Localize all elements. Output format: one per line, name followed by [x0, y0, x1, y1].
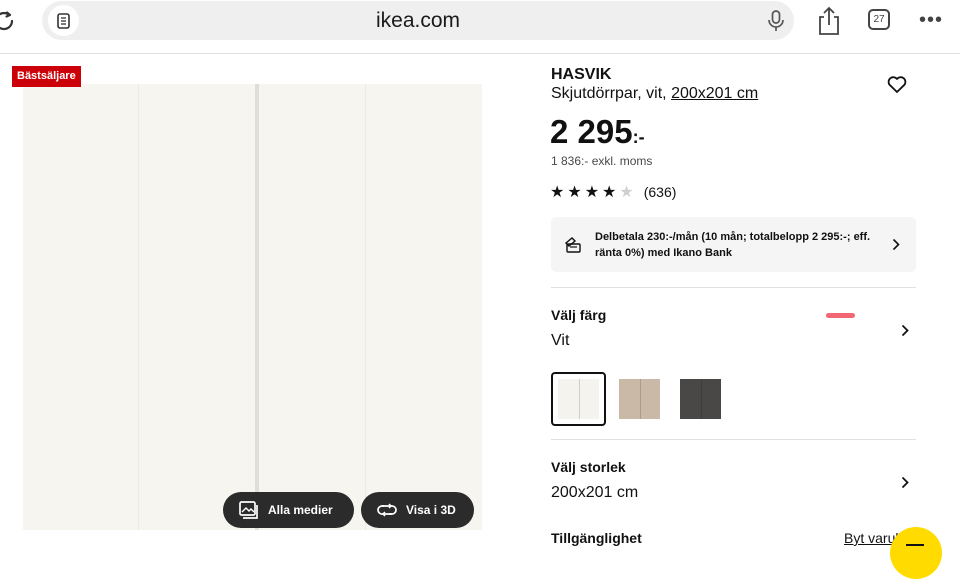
product-description-text: Skjutdörrpar, vit, [551, 85, 667, 102]
chevron-right-icon [892, 238, 900, 251]
all-media-button[interactable]: Alla medier [223, 492, 354, 528]
microphone-icon[interactable] [766, 10, 786, 32]
share-icon[interactable] [817, 6, 841, 36]
product-price: 2 295:- [550, 113, 645, 151]
url-text[interactable]: ikea.com [42, 9, 794, 33]
tab-count-button[interactable]: 27 [868, 9, 890, 30]
star-icon: ★ [602, 184, 617, 201]
color-swatch-beige[interactable] [612, 372, 667, 426]
availability-label: Tillgänglighet [551, 530, 642, 546]
product-rating[interactable]: ★ ★ ★ ★ ★ (636) [550, 182, 676, 202]
star-icon: ★ [584, 184, 600, 201]
size-section-label: Välj storlek [551, 459, 626, 475]
installment-offer[interactable]: Delbetala 230:-/mån (10 mån; totalbelopp… [551, 217, 916, 272]
reload-icon[interactable] [0, 8, 18, 34]
all-media-label: Alla medier [268, 503, 333, 517]
door-panel-line [138, 84, 139, 530]
price-suffix: :- [632, 127, 645, 147]
door-gap [255, 84, 259, 530]
product-description: Skjutdörrpar, vit, 200x201 cm [551, 85, 758, 103]
gallery-icon [239, 501, 258, 519]
review-count[interactable]: (636) [644, 184, 677, 200]
color-section-value: Vit [551, 332, 570, 349]
chevron-right-icon[interactable] [901, 324, 909, 337]
divider [551, 287, 916, 288]
product-name: HASVIK [551, 66, 612, 83]
more-options-icon[interactable]: ••• [919, 8, 943, 32]
swatch-image [558, 379, 599, 419]
color-section-label: Välj färg [551, 307, 607, 323]
color-swatch-white[interactable] [551, 372, 606, 426]
star-icon: ★ [567, 184, 582, 201]
heart-icon[interactable] [887, 75, 907, 94]
view-3d-label: Visa i 3D [406, 503, 456, 517]
chat-button[interactable] [890, 527, 942, 579]
color-swatch-dark-grey[interactable] [673, 372, 728, 426]
door-panel-line [365, 84, 366, 530]
bestseller-badge: Bästsäljare [12, 66, 81, 87]
product-size-link[interactable]: 200x201 cm [671, 85, 758, 102]
color-indicator [826, 313, 855, 318]
installment-text: Delbetala 230:-/mån (10 mån; totalbelopp… [595, 231, 871, 259]
price-excl-vat: 1 836:- exkl. moms [551, 154, 653, 168]
view-3d-button[interactable]: Visa i 3D [361, 492, 474, 528]
swatch-image [619, 379, 660, 419]
payment-card-icon [564, 237, 581, 253]
price-value: 2 295 [550, 113, 633, 150]
rotate-3d-icon [377, 503, 397, 517]
browser-toolbar: ikea.com 27 ••• [0, 0, 960, 54]
size-section-value: 200x201 cm [551, 484, 639, 501]
chevron-right-icon[interactable] [901, 476, 909, 489]
product-image[interactable] [23, 84, 482, 530]
address-bar[interactable]: ikea.com [42, 1, 794, 40]
divider [551, 439, 916, 440]
swatch-image [680, 379, 721, 419]
half-star-icon: ★ [619, 184, 634, 201]
star-icon: ★ [550, 184, 565, 201]
